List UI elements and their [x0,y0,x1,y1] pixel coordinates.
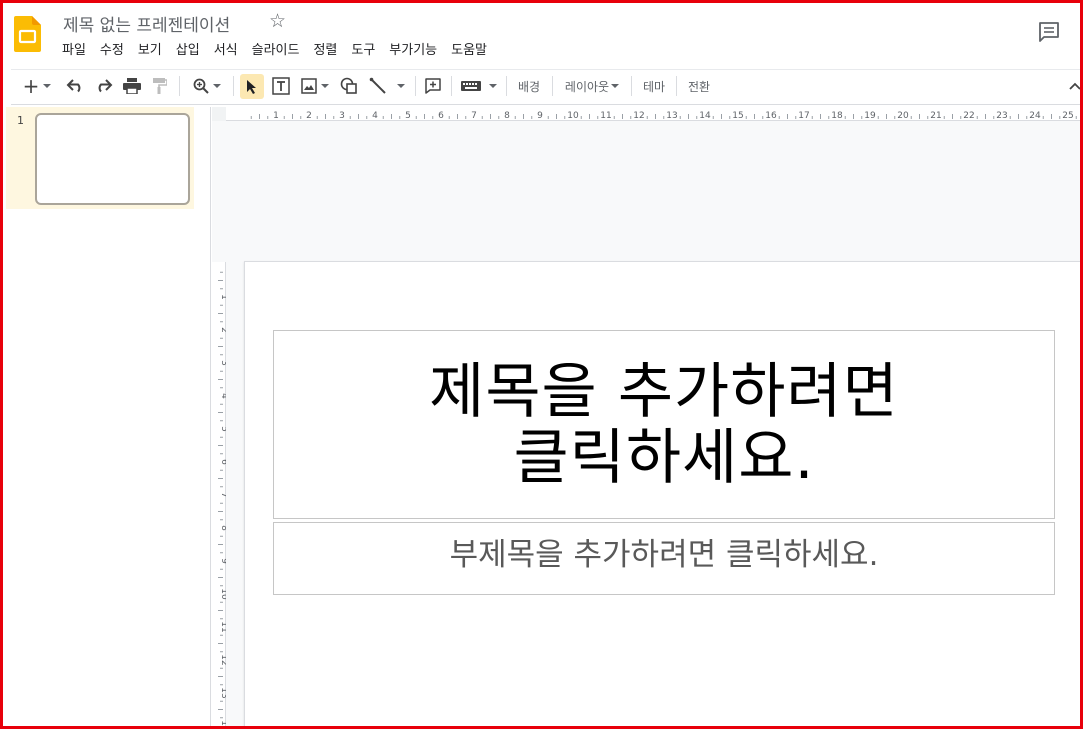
shape-icon[interactable] [337,70,361,102]
menu-view[interactable]: 보기 [131,40,169,62]
image-button[interactable] [297,70,333,102]
header: 제목 없는 프레젠테이션 ☆ 파일 수정 보기 삽입 서식 슬라이드 정렬 도구… [3,3,1080,69]
ruler-label: 12 [219,654,226,665]
vertical-ruler[interactable]: 1234567891011121314 [212,262,229,729]
ruler-label: 23 [996,111,1007,121]
ruler-label: 9 [537,111,543,121]
subtitle-placeholder[interactable]: 부제목을 추가하려면 클릭하세요. [273,522,1055,595]
theme-button[interactable]: 테마 [637,70,671,102]
ruler-label: 8 [219,525,226,531]
ruler-label: 15 [732,111,743,121]
ruler-label: 1 [219,294,226,300]
ruler-label: 1 [273,111,279,121]
ruler-label: 22 [963,111,974,121]
layout-button[interactable]: 레이아웃 [559,70,625,102]
ruler-label: 14 [699,111,711,121]
input-tools-icon [461,81,481,91]
background-button[interactable]: 배경 [512,70,546,102]
textbox-icon[interactable] [269,70,293,102]
slide-canvas[interactable]: 1 2 3 4 5 6 7 8 9 10 11 12 13 14 15 16 17 18 19 20 21 22 23 24 2… [212,107,1080,729]
slide-number: 1 [17,114,24,127]
menu-arrange[interactable]: 정렬 [306,40,344,62]
ruler-label: 7 [219,492,226,498]
ruler-label: 13 [219,687,226,698]
ruler-label: 5 [219,426,226,432]
ruler-label: 10 [219,588,226,600]
ruler-label: 8 [504,111,510,121]
slide-thumbnail[interactable] [35,113,190,205]
print-icon[interactable] [120,70,144,102]
menu-addons[interactable]: 부가기능 [382,40,444,62]
ruler-label: 6 [438,111,444,121]
filmstrip-slide-item[interactable]: 1 [6,107,194,209]
ruler-label: 5 [405,111,411,121]
ruler-label: 6 [219,459,226,465]
slide[interactable]: 제목을 추가하려면 클릭하세요. 부제목을 추가하려면 클릭하세요. [244,261,1080,726]
menu-edit[interactable]: 수정 [93,40,131,62]
ruler-label: 14 [219,720,226,729]
image-icon [301,78,317,94]
ruler-label: 7 [471,111,477,121]
menu-slide[interactable]: 슬라이드 [245,40,307,62]
comment-icon[interactable] [1038,21,1060,43]
zoom-icon [193,78,209,94]
ruler-label: 4 [372,111,378,121]
paint-format-icon[interactable] [148,70,172,102]
document-title[interactable]: 제목 없는 프레젠테이션 [63,11,230,36]
ruler-label: 16 [765,111,777,121]
filmstrip: 1 [6,107,211,726]
ruler-label: 11 [600,111,611,121]
line-button[interactable] [365,70,409,102]
ruler-label: 3 [339,111,345,121]
title-text: 제목을 추가하려면 클릭하세요. [429,356,899,493]
transition-button[interactable]: 전환 [682,70,716,102]
ruler-label: 2 [219,327,226,333]
new-slide-button[interactable]: + [17,70,57,102]
line-icon [369,77,386,94]
subtitle-text: 부제목을 추가하려면 클릭하세요. [449,537,879,573]
menu-format[interactable]: 서식 [207,40,245,62]
slides-logo-icon[interactable] [14,16,41,52]
ruler-corner [212,107,226,121]
input-tools-button[interactable] [459,70,499,102]
ruler-label: 12 [633,111,644,121]
new-slide-icon: + [22,74,40,98]
ruler-label: 19 [864,111,876,121]
ruler-label: 2 [306,111,312,121]
menu-tools[interactable]: 도구 [344,40,382,62]
collapse-icon[interactable] [1067,70,1080,102]
add-comment-icon[interactable] [421,70,445,102]
menu-help[interactable]: 도움말 [444,40,494,62]
ruler-label: 9 [219,558,226,564]
menu-insert[interactable]: 삽입 [169,40,207,62]
ruler-label: 4 [219,393,226,399]
ruler-label: 24 [1029,111,1041,121]
redo-icon[interactable] [92,70,116,102]
ruler-label: 11 [219,621,226,632]
ruler-label: 13 [666,111,677,121]
ruler-label: 21 [930,111,941,121]
star-icon[interactable]: ☆ [269,10,286,32]
ruler-label: 17 [798,111,809,121]
ruler-label: 20 [897,111,909,121]
ruler-label: 25 [1062,111,1073,121]
ruler-label: 3 [219,360,226,366]
ruler-label: 18 [831,111,843,121]
menu-file[interactable]: 파일 [55,40,93,62]
ruler-label: 10 [567,111,579,121]
menu-bar: 파일 수정 보기 삽입 서식 슬라이드 정렬 도구 부가기능 도움말 [55,40,494,62]
title-placeholder[interactable]: 제목을 추가하려면 클릭하세요. [273,330,1055,519]
horizontal-ruler[interactable]: 1 2 3 4 5 6 7 8 9 10 11 12 13 14 15 16 17 18 19 20 21 22 23 24 2… [226,107,1080,121]
undo-icon[interactable] [63,70,87,102]
app-window: 제목 없는 프레젠테이션 ☆ 파일 수정 보기 삽입 서식 슬라이드 정렬 도구… [0,0,1083,729]
select-icon[interactable] [240,74,264,99]
zoom-button[interactable] [187,70,227,102]
